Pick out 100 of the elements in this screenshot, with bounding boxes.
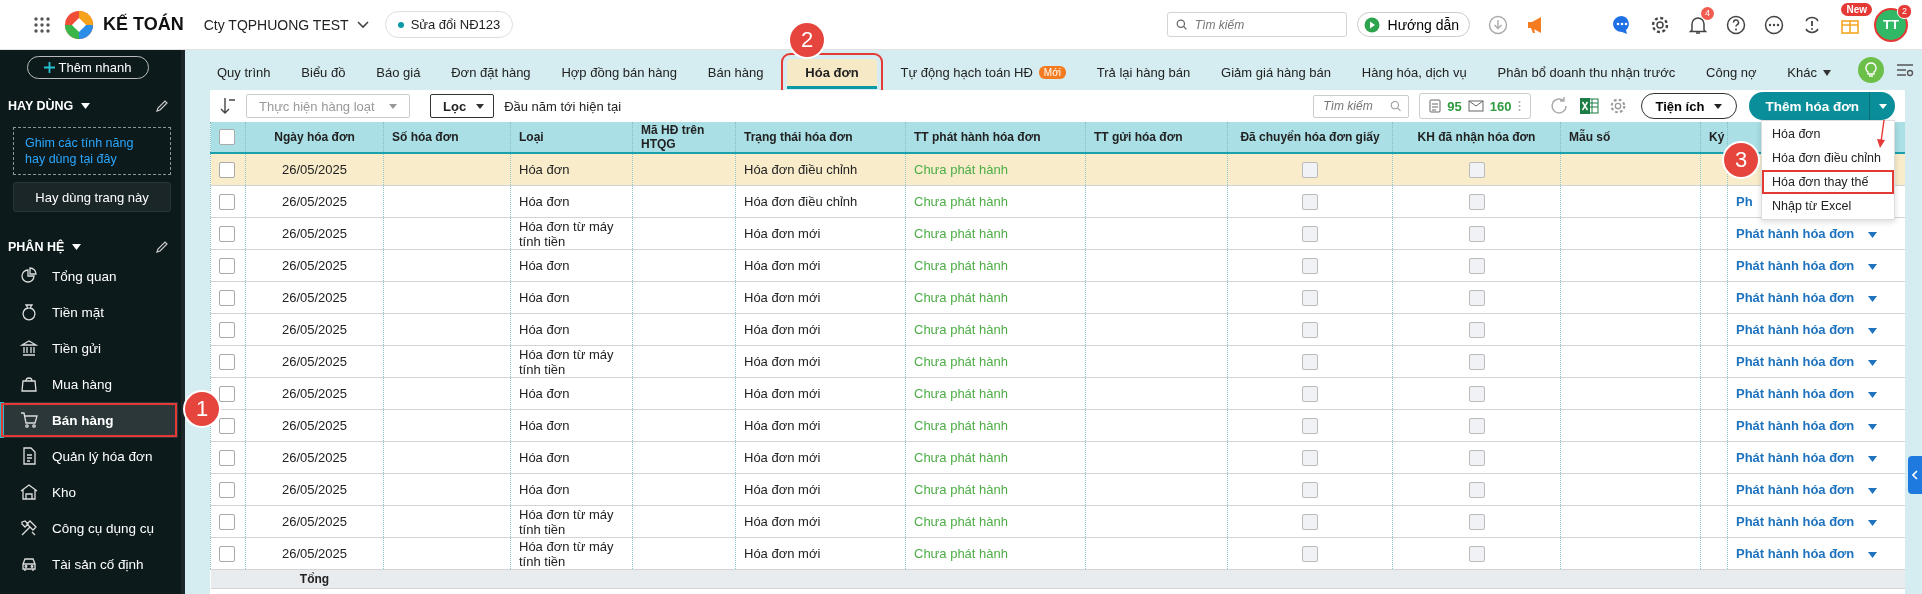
table-checkbox[interactable] [1302,385,1318,402]
row-checkbox[interactable] [219,417,235,434]
table-checkbox[interactable] [1302,257,1318,274]
row-checkbox[interactable] [219,353,235,370]
menu-item[interactable]: Hóa đơn điều chỉnh [1762,146,1891,170]
table-checkbox[interactable] [1302,225,1318,242]
issue-invoice-link[interactable]: Phát hành hóa đơn [1736,514,1855,529]
tab[interactable]: Hợp đồng bán hàng [554,59,684,89]
column-settings-icon[interactable] [1896,63,1914,77]
refresh-icon[interactable] [1548,96,1569,116]
sidebar-item[interactable]: Bán hàng [0,402,178,438]
menu-item[interactable]: Hóa đơn thay thế [1762,170,1894,194]
company-selector[interactable]: Cty TQPHUONG TEST [203,16,369,33]
sidebar-item[interactable]: Quản lý hóa đơn [0,438,181,474]
column-header[interactable]: TT gửi hóa đơn [1085,122,1228,153]
table-checkbox[interactable] [1468,289,1485,306]
excel-icon[interactable] [1578,96,1599,116]
sidebar-item[interactable]: Tiền gửi [0,330,181,366]
table-checkbox[interactable] [1468,353,1485,370]
lightbulb-icon[interactable] [1858,57,1884,83]
utilities-dropdown[interactable]: Tiện ích [1640,93,1738,119]
search-icon[interactable] [1175,18,1187,31]
menu-item[interactable]: Nhập từ Excel [1762,194,1862,218]
tab[interactable]: Báo giá [369,59,428,89]
table-checkbox[interactable] [1468,257,1485,274]
column-header[interactable]: Ngày hóa đơn [245,122,384,153]
row-checkbox[interactable] [219,193,235,210]
more-icon[interactable] [1764,14,1784,35]
search-icon[interactable] [1390,99,1402,113]
pin-page-button[interactable]: Hay dùng trang này [13,182,171,212]
column-header[interactable]: Mã HĐ trên HTQG [632,122,736,153]
table-checkbox[interactable] [1468,193,1485,210]
period-label[interactable]: Đầu năm tới hiện tại [504,98,622,114]
column-header[interactable]: TT phát hành hóa đơn [905,122,1086,153]
table-checkbox[interactable] [1468,513,1485,530]
row-checkbox[interactable] [219,513,235,530]
column-header[interactable]: Số hóa đơn [383,122,511,153]
column-header[interactable]: KH đã nhận hóa đơn [1392,122,1561,153]
row-checkbox[interactable] [219,289,235,306]
table-checkbox[interactable] [1302,193,1318,210]
issue-invoice-link[interactable]: Ph [1736,194,1753,209]
sidebar-item[interactable]: Kho [0,474,181,510]
row-checkbox[interactable] [219,545,235,562]
issue-invoice-link[interactable]: Phát hành hóa đơn [1736,290,1855,305]
table-checkbox[interactable] [1302,417,1318,434]
table-checkbox[interactable] [1468,417,1485,434]
table-checkbox[interactable] [1302,449,1318,466]
collapse-button[interactable] [1908,456,1922,494]
column-header[interactable]: Trạng thái hóa đơn [735,122,906,153]
guide-button[interactable]: Hướng dẫn [1356,12,1470,37]
issue-invoice-link[interactable]: Phát hành hóa đơn [1736,226,1855,241]
tab[interactable]: Hàng hóa, dịch vụ [1354,59,1474,89]
issue-invoice-link[interactable]: Phát hành hóa đơn [1736,354,1855,369]
add-menu-toggle[interactable] [1869,92,1895,120]
section-title[interactable]: HAY DÙNG [8,99,74,113]
table-checkbox[interactable] [1302,353,1318,370]
row-checkbox[interactable] [219,257,235,274]
sort-icon[interactable] [220,97,236,115]
bell-icon[interactable] [1688,14,1708,35]
row-checkbox[interactable] [219,385,235,402]
settings-icon[interactable] [1650,14,1670,35]
chat-icon[interactable] [1612,14,1632,35]
sidebar-item[interactable]: Tiền mặt [0,294,181,330]
caret-icon[interactable] [72,244,82,250]
issue-invoice-link[interactable]: Phát hành hóa đơn [1736,258,1855,273]
app-grid-icon[interactable] [34,16,50,33]
issue-invoice-link[interactable]: Phát hành hóa đơn [1736,386,1855,401]
table-checkbox[interactable] [1468,161,1485,178]
row-checkbox[interactable] [219,225,235,242]
sidebar-item[interactable]: Tài sản cố định [0,546,181,582]
kebab-icon[interactable] [1517,100,1521,112]
table-checkbox[interactable] [1302,481,1318,498]
issue-invoice-link[interactable]: Phát hành hóa đơn [1736,418,1855,433]
search-box[interactable]: Tìm kiếm [1313,94,1410,118]
tab[interactable]: Trả lại hàng bán [1089,59,1198,89]
section-title[interactable]: PHÂN HỆ [8,240,65,254]
column-header[interactable]: Loại [510,122,633,153]
issue-invoice-link[interactable]: Phát hành hóa đơn [1736,322,1855,337]
select-all-checkbox[interactable] [219,129,235,145]
help-icon[interactable] [1726,14,1746,35]
chevron-down-icon[interactable] [356,20,369,29]
row-checkbox[interactable] [219,321,235,338]
sidebar-item[interactable]: Mua hàng [0,366,181,402]
row-checkbox[interactable] [219,161,235,178]
table-checkbox[interactable] [1468,481,1485,498]
sidebar-item[interactable]: Công cụ dụng cụ [0,510,181,546]
table-checkbox[interactable] [1468,225,1485,242]
pencil-icon[interactable] [155,99,169,113]
column-header[interactable]: Đã chuyển hóa đơn giấy [1227,122,1393,153]
search-field[interactable]: Tìm kiếm [1192,16,1338,33]
menu-item[interactable]: Hóa đơn [1762,122,1831,146]
tab[interactable]: Phân bổ doanh thu nhận trước [1490,59,1683,89]
pencil-icon[interactable] [155,240,169,254]
table-checkbox[interactable] [1468,321,1485,338]
table-checkbox[interactable] [1468,449,1485,466]
table-checkbox[interactable] [1302,513,1318,530]
row-checkbox[interactable] [219,481,235,498]
row-checkbox[interactable] [219,449,235,466]
table-checkbox[interactable] [1302,289,1318,306]
issue-invoice-link[interactable]: Phát hành hóa đơn [1736,482,1855,497]
